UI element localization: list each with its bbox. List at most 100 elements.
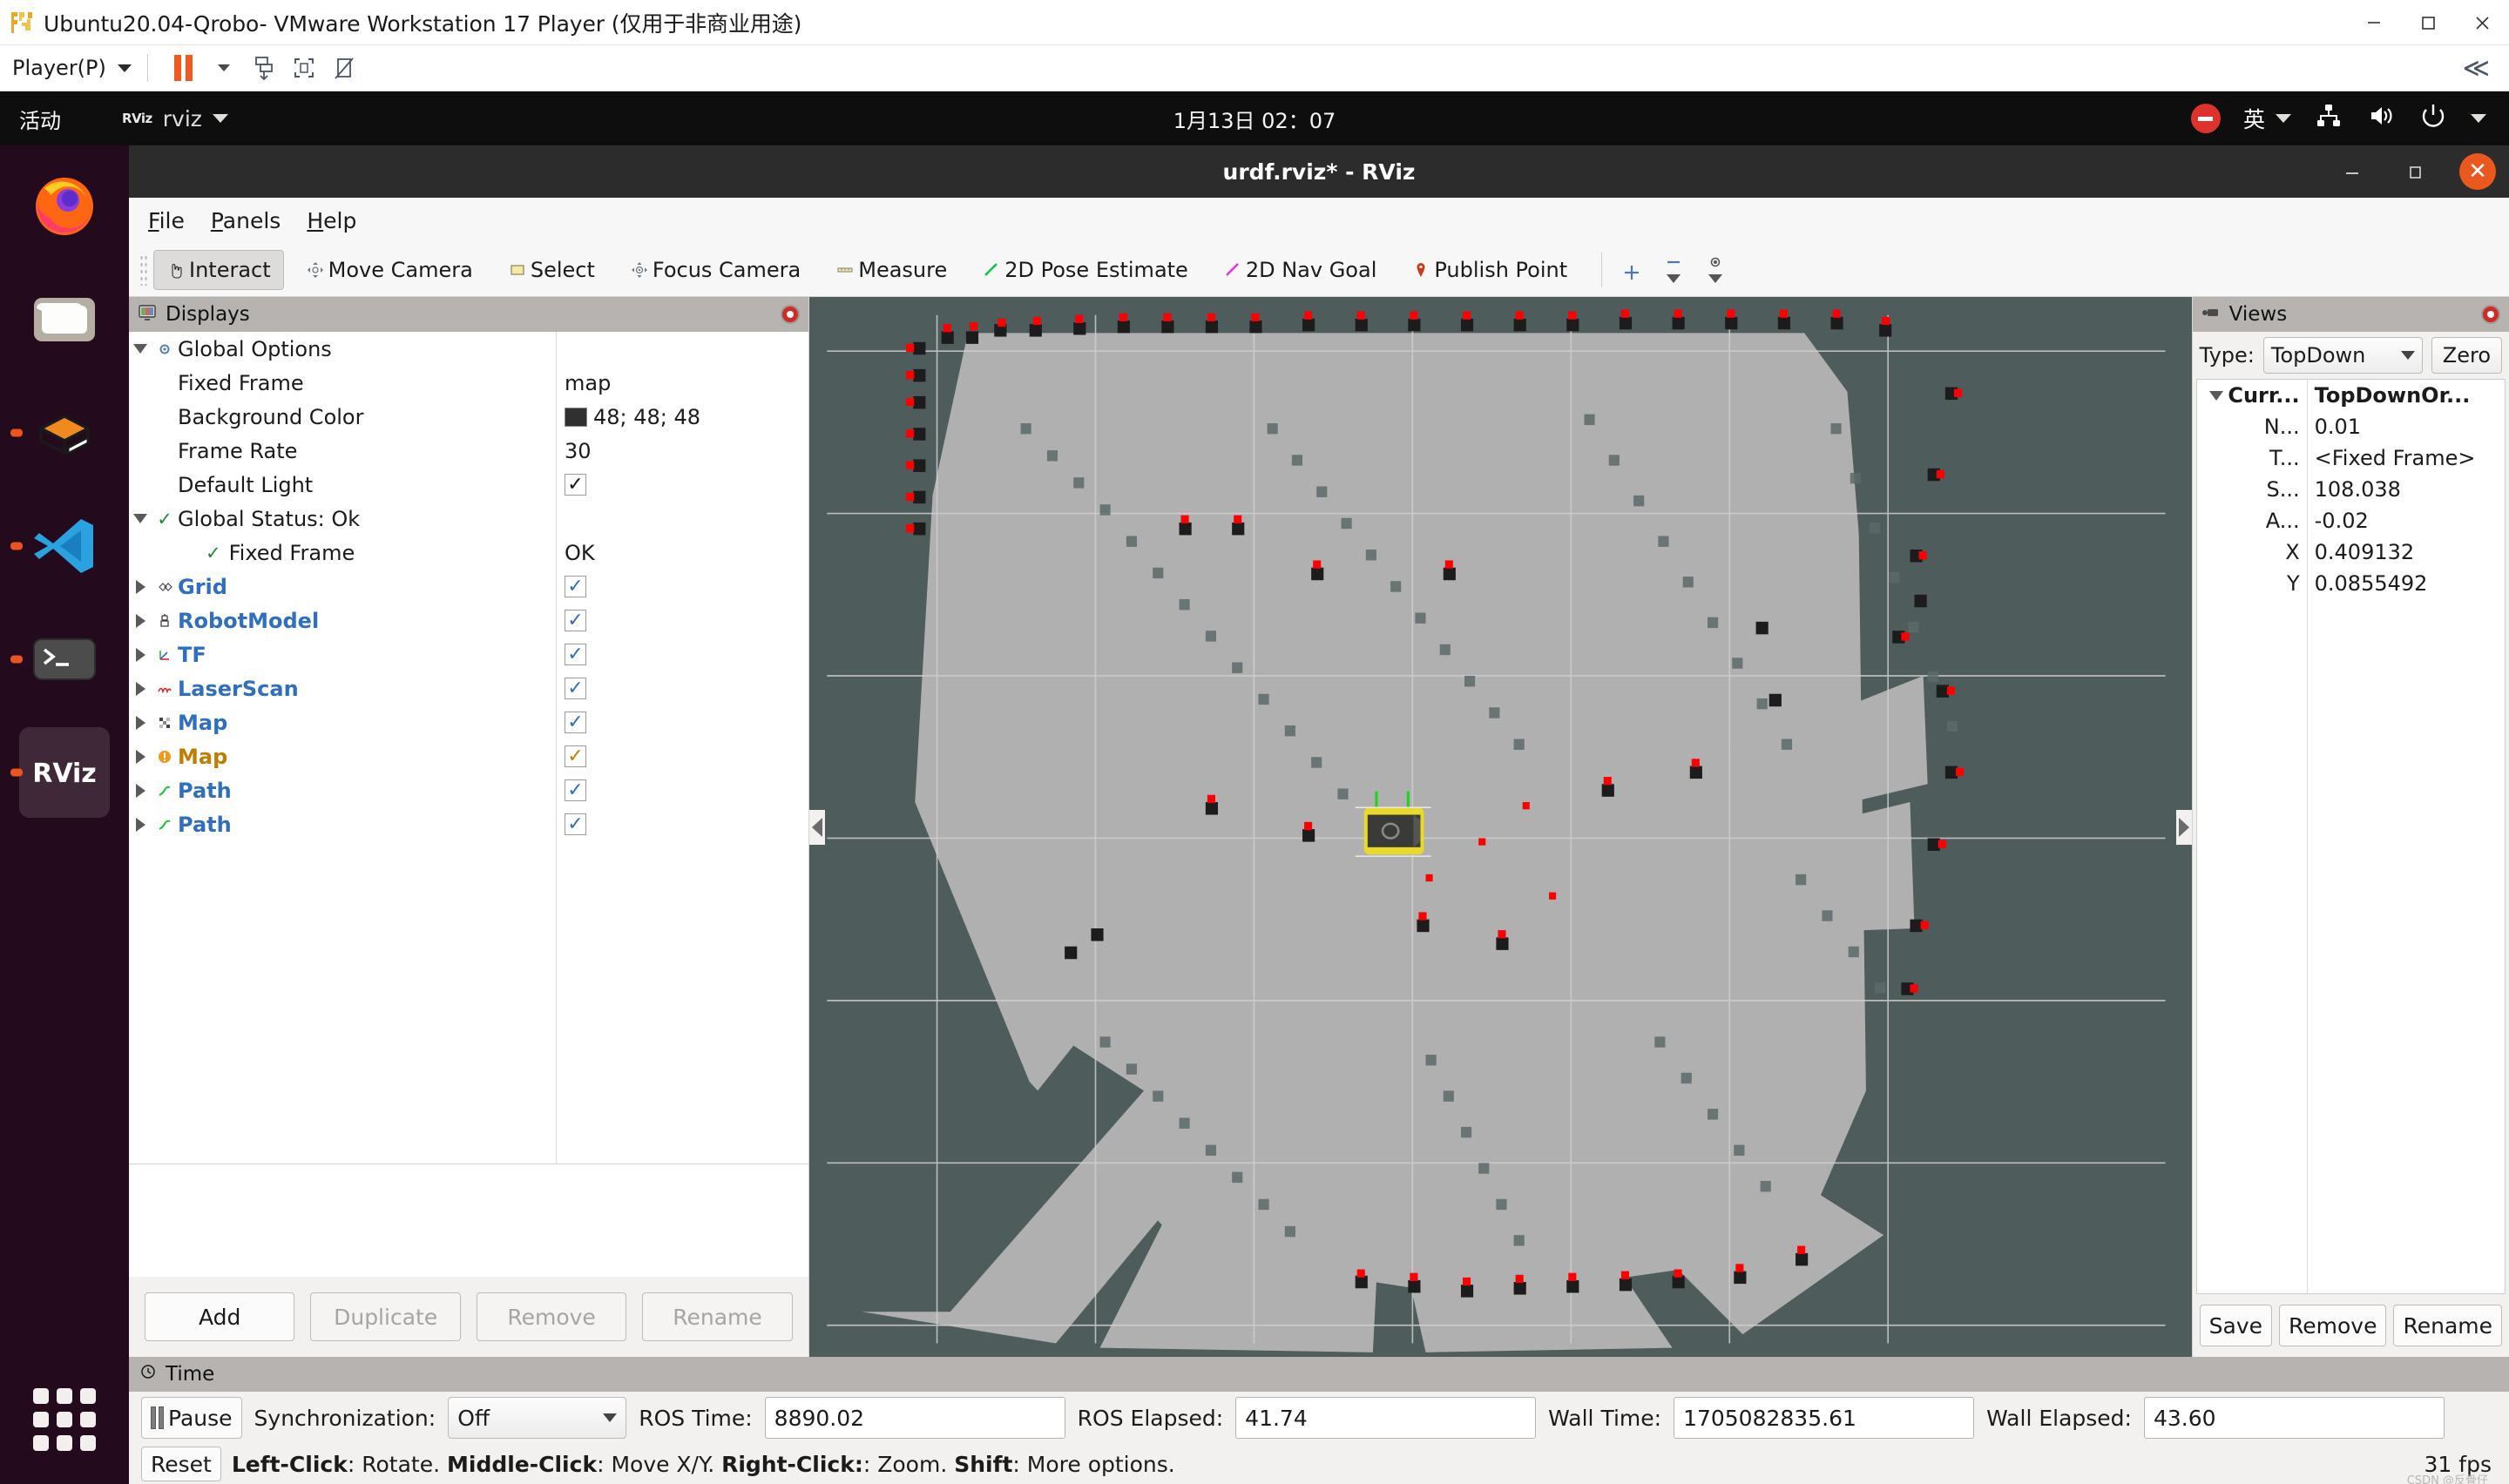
collapse-right-handle[interactable]	[2175, 809, 2192, 845]
tree-value-group[interactable]: ✓	[565, 474, 586, 496]
save-view-button[interactable]: Save	[2199, 1305, 2273, 1346]
tree-row-grid[interactable]: Grid ✓	[129, 570, 808, 604]
tree-row-background-color[interactable]: Background Color 48; 48; 48	[129, 400, 808, 434]
expand-toggle[interactable]	[129, 344, 152, 354]
expand-toggle[interactable]	[129, 817, 152, 832]
rename-view-button[interactable]: Rename	[2393, 1305, 2502, 1346]
ros-elapsed-field[interactable]: 41.74	[1235, 1397, 1537, 1439]
vmware-player-menu[interactable]: Player(P)	[12, 56, 132, 80]
views-value[interactable]: 108.038	[2307, 477, 2401, 502]
expand-toggle[interactable]	[129, 715, 152, 730]
expand-toggle[interactable]	[129, 579, 152, 594]
close-icon[interactable]	[2481, 305, 2500, 324]
checkbox[interactable]: ✓	[565, 813, 586, 835]
add-tool-icon[interactable]	[1621, 262, 1642, 283]
views-value[interactable]: 0.0855492	[2307, 571, 2428, 596]
checkbox[interactable]: ✓	[565, 576, 586, 597]
pause-icon[interactable]	[164, 51, 204, 85]
dock-item-terminal[interactable]	[10, 614, 110, 705]
pause-button[interactable]: Pause	[141, 1397, 242, 1439]
views-row-angle[interactable]: A... -0.02	[2197, 505, 2505, 536]
views-value[interactable]: 0.01	[2307, 415, 2361, 439]
reset-button[interactable]: Reset	[141, 1447, 221, 1481]
dock-item-ubuntu-software[interactable]	[10, 388, 110, 478]
tree-row-laserscan[interactable]: LaserScan ✓	[129, 671, 808, 705]
show-applications-button[interactable]	[19, 1374, 110, 1465]
vmware-maximize-button[interactable]	[2401, 1, 2455, 44]
vmware-minimize-button[interactable]	[2347, 1, 2401, 44]
rviz-maximize-button[interactable]	[2384, 145, 2446, 198]
unity-mode-icon[interactable]	[324, 51, 364, 85]
views-type-combo[interactable]: TopDown	[2262, 337, 2423, 374]
zero-button[interactable]: Zero	[2431, 337, 2502, 374]
views-row-current[interactable]: Curr... TopDownOr...	[2197, 380, 2505, 411]
tree-row-status-fixed-frame[interactable]: ✓ Fixed Frame OK	[129, 536, 808, 570]
views-row-target-frame[interactable]: T... <Fixed Frame>	[2197, 442, 2505, 474]
dock-item-firefox[interactable]	[19, 161, 110, 252]
remove-display-button[interactable]: Remove	[476, 1292, 627, 1341]
vmware-collapse-toolbar-button[interactable]: ≪	[2463, 53, 2490, 84]
tree-value[interactable]: 30	[565, 439, 592, 463]
tree-value-group[interactable]: ✓	[565, 712, 586, 733]
tree-value-group[interactable]: ✓	[565, 576, 586, 597]
tool-2d-pose-estimate[interactable]: 2D Pose Estimate	[969, 250, 1201, 290]
add-display-button[interactable]: Add	[145, 1292, 295, 1341]
tree-row-global-options[interactable]: Global Options	[129, 332, 808, 366]
volume-icon[interactable]	[2366, 101, 2396, 136]
fullscreen-icon[interactable]	[284, 51, 324, 85]
checkbox[interactable]: ✓	[565, 779, 586, 801]
tree-value-group[interactable]: ✓	[565, 745, 586, 767]
tree-row-tf[interactable]: TF ✓	[129, 637, 808, 671]
tool-publish-point[interactable]: Publish Point	[1398, 250, 1580, 290]
tree-value-group[interactable]: ✓	[565, 610, 586, 631]
tool-move-camera[interactable]: Move Camera	[293, 250, 486, 290]
3d-render-view[interactable]	[808, 297, 2192, 1357]
system-menu-caret-icon[interactable]	[2471, 114, 2486, 123]
tree-row-global-status[interactable]: ✓ Global Status: Ok	[129, 502, 808, 536]
tool-measure[interactable]: Measure	[822, 250, 960, 290]
remove-tool-icon[interactable]	[1663, 257, 1684, 283]
dock-item-files[interactable]	[19, 274, 110, 365]
tree-row-default-light[interactable]: Default Light ✓	[129, 468, 808, 502]
rename-display-button[interactable]: Rename	[642, 1292, 793, 1341]
views-row-x[interactable]: X 0.409132	[2197, 536, 2505, 568]
tree-value-group[interactable]: ✓	[565, 813, 586, 835]
tree-row-map-1[interactable]: Map ✓	[129, 705, 808, 739]
tree-value-group[interactable]: 48; 48; 48	[565, 405, 700, 429]
tree-row-frame-rate[interactable]: Frame Rate 30	[129, 434, 808, 468]
expand-toggle[interactable]	[129, 681, 152, 696]
expand-toggle[interactable]	[2208, 390, 2223, 401]
checkbox[interactable]: ✓	[565, 745, 586, 767]
tool-select[interactable]: Select	[495, 250, 608, 290]
expand-toggle[interactable]	[129, 749, 152, 764]
send-ctrl-alt-del-icon[interactable]	[244, 51, 284, 85]
views-row-near-clip[interactable]: N... 0.01	[2197, 411, 2505, 442]
expand-toggle[interactable]	[129, 613, 152, 628]
dock-item-rviz[interactable]: RViz	[10, 727, 110, 818]
pause-dropdown-caret-icon[interactable]	[204, 51, 244, 85]
checkbox[interactable]: ✓	[565, 610, 586, 631]
tree-value-group[interactable]: ✓	[565, 678, 586, 699]
tree-row-fixed-frame[interactable]: Fixed Frame map	[129, 366, 808, 400]
rviz-close-button[interactable]: ✕	[2446, 145, 2509, 198]
input-method-indicator[interactable]: 英	[2243, 103, 2291, 134]
tree-value-group[interactable]: ✓	[565, 644, 586, 665]
expand-toggle[interactable]	[129, 783, 152, 798]
wall-elapsed-field[interactable]: 43.60	[2143, 1397, 2445, 1439]
checkbox[interactable]: ✓	[565, 712, 586, 733]
gnome-app-menu[interactable]: RViz rviz	[122, 106, 228, 132]
tree-row-path-1[interactable]: Path ✓	[129, 773, 808, 807]
activities-button[interactable]: 活动	[19, 104, 61, 134]
views-row-y[interactable]: Y 0.0855492	[2197, 568, 2505, 599]
views-tree[interactable]: Curr... TopDownOr... N... 0.01 T... <Fix…	[2195, 379, 2506, 1294]
tool-properties-icon[interactable]	[1705, 257, 1726, 283]
checkbox[interactable]: ✓	[565, 474, 586, 496]
rviz-minimize-button[interactable]	[2321, 145, 2384, 198]
toolbar-grip-handle[interactable]	[139, 253, 148, 286]
views-value[interactable]: 0.409132	[2307, 540, 2415, 564]
menu-help[interactable]: Help	[307, 208, 356, 233]
views-row-scale[interactable]: S... 108.038	[2197, 474, 2505, 505]
dock-item-vscode[interactable]	[10, 501, 110, 591]
tree-value[interactable]: map	[565, 371, 611, 395]
displays-tree[interactable]: Global Options Fixed Frame map Backgroun…	[129, 332, 808, 1164]
